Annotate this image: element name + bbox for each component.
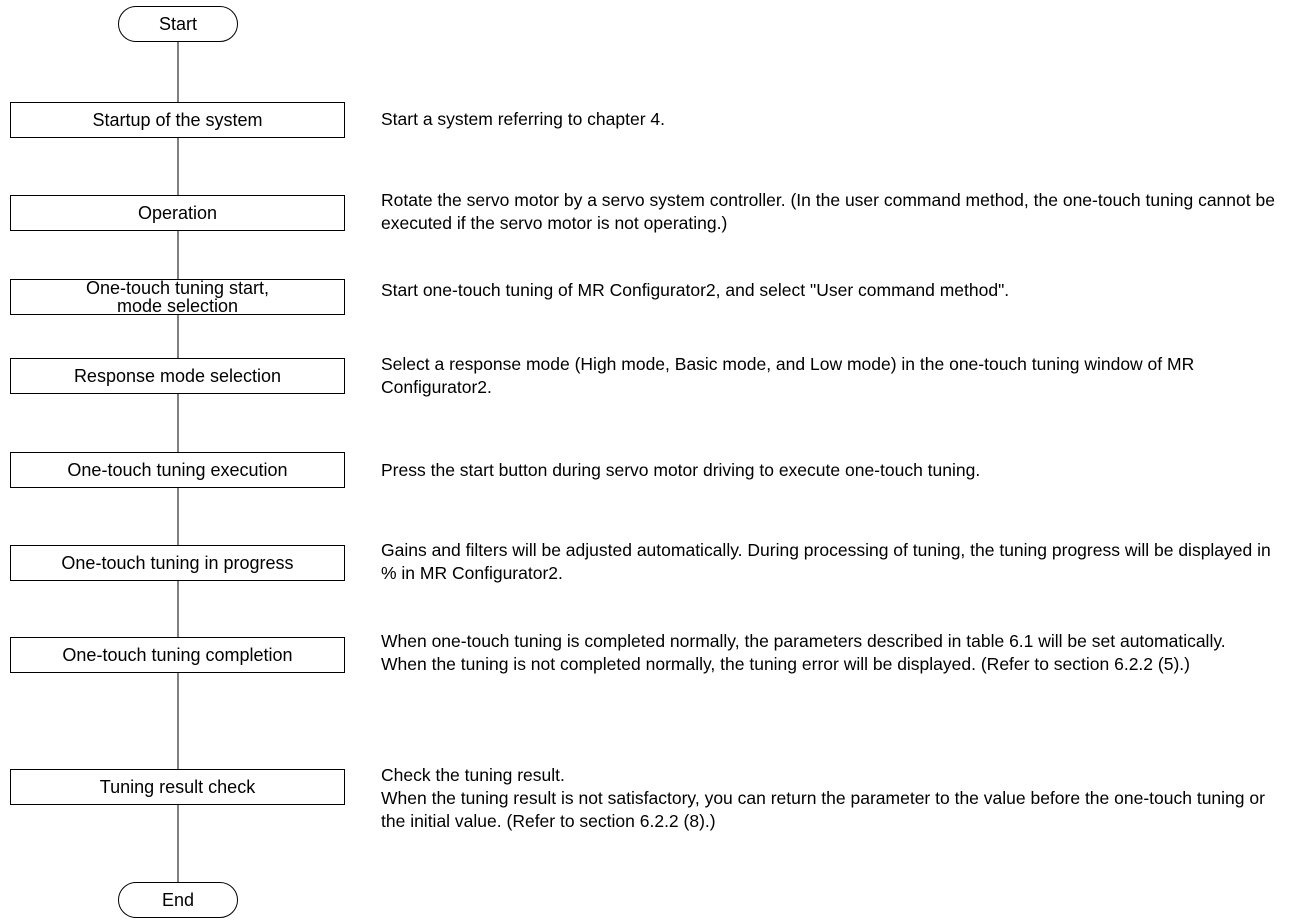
step-description-tuning-progress: Gains and filters will be adjusted autom… <box>381 539 1289 585</box>
step-label: One-touch tuning start, mode selection <box>85 278 270 316</box>
step-label: Operation <box>137 203 218 223</box>
description-text: Rotate the servo motor by a servo system… <box>381 190 1275 233</box>
description-text: Press the start button during servo moto… <box>381 460 981 480</box>
description-text: When one-touch tuning is completed norma… <box>381 631 1226 651</box>
step-box-tuning-completion: One-touch tuning completion <box>10 637 345 673</box>
step-box-tuning-progress: One-touch tuning in progress <box>10 545 345 581</box>
step-description-tuning-execution: Press the start button during servo moto… <box>381 459 1289 482</box>
step-label: One-touch tuning completion <box>62 645 293 665</box>
step-box-operation: Operation <box>10 195 345 231</box>
step-description-tuning-result-check: Check the tuning result. When the tuning… <box>381 764 1289 833</box>
start-label: Start <box>158 13 197 34</box>
step-label: One-touch tuning in progress <box>61 553 294 573</box>
step-box-response-mode: Response mode selection <box>10 358 345 394</box>
description-text: Check the tuning result. <box>381 765 565 785</box>
step-description-startup: Start a system referring to chapter 4. <box>381 108 1289 131</box>
step-description-response-mode: Select a response mode (High mode, Basic… <box>381 353 1289 399</box>
step-description-tuning-completion: When one-touch tuning is completed norma… <box>381 630 1289 676</box>
description-text: Start a system referring to chapter 4. <box>381 109 666 129</box>
step-description-operation: Rotate the servo motor by a servo system… <box>381 189 1289 235</box>
step-label: Startup of the system <box>92 110 263 130</box>
step-description-tuning-start: Start one-touch tuning of MR Configurato… <box>381 279 1289 302</box>
step-box-tuning-start: One-touch tuning start, mode selection <box>10 279 345 315</box>
end-label: End <box>161 889 195 910</box>
step-label: Tuning result check <box>99 777 256 797</box>
description-text: Gains and filters will be adjusted autom… <box>381 540 1271 583</box>
description-text: When the tuning is not completed normall… <box>381 654 1190 674</box>
description-text: Start one-touch tuning of MR Configurato… <box>381 280 1010 300</box>
description-text: When the tuning result is not satisfacto… <box>381 788 1265 831</box>
step-box-startup: Startup of the system <box>10 102 345 138</box>
step-label: Response mode selection <box>73 366 282 386</box>
end-terminator: End <box>118 882 238 918</box>
start-terminator: Start <box>118 6 238 42</box>
step-box-tuning-execution: One-touch tuning execution <box>10 452 345 488</box>
description-text: Select a response mode (High mode, Basic… <box>381 354 1195 397</box>
step-box-tuning-result-check: Tuning result check <box>10 769 345 805</box>
step-label: One-touch tuning execution <box>67 460 288 480</box>
